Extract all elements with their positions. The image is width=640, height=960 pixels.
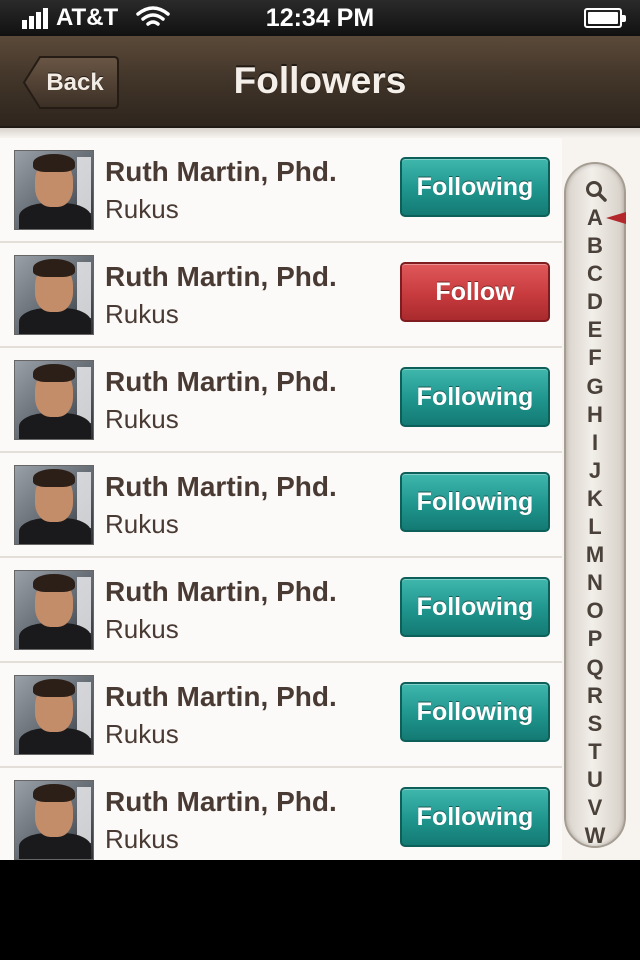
index-letter-f[interactable]: F [566,344,624,372]
section-index-bar[interactable]: ABCDEFGHIJKLMNOPQRSTUVW [564,162,626,848]
index-letter-l[interactable]: L [566,513,624,541]
follower-handle: Rukus [105,299,179,329]
following-button[interactable]: Following [400,367,550,427]
follower-name: Ruth Martin, Phd. [105,471,337,502]
status-time: 12:34 PM [265,4,375,32]
index-letter-j[interactable]: J [566,457,624,485]
index-letter-w[interactable]: W [566,822,624,850]
avatar [14,675,94,755]
battery-icon [584,8,626,28]
followers-list[interactable]: Ruth Martin, Phd. Rukus Following Ruth M… [0,138,562,860]
index-letter-r[interactable]: R [566,682,624,710]
follow-button[interactable]: Follow [400,262,550,322]
index-letter-d[interactable]: D [566,288,624,316]
following-button[interactable]: Following [400,472,550,532]
following-button[interactable]: Following [400,682,550,742]
follower-name: Ruth Martin, Phd. [105,576,337,607]
avatar [14,465,94,545]
following-button[interactable]: Following [400,577,550,637]
index-letter-n[interactable]: N [566,569,624,597]
index-letter-g[interactable]: G [566,373,624,401]
follower-name: Ruth Martin, Phd. [105,786,337,817]
index-letter-o[interactable]: O [566,597,624,625]
followers-content: Ruth Martin, Phd. Rukus Following Ruth M… [0,128,640,860]
follower-row[interactable]: Ruth Martin, Phd. Rukus Following [0,558,562,663]
follower-handle: Rukus [105,824,179,854]
following-button[interactable]: Following [400,157,550,217]
index-letter-m[interactable]: M [566,541,624,569]
follower-handle: Rukus [105,614,179,644]
follower-row[interactable]: Ruth Martin, Phd. Rukus Following [0,138,562,243]
follower-row[interactable]: Ruth Martin, Phd. Rukus Following [0,768,562,860]
page-title: Followers [233,60,407,101]
follower-name: Ruth Martin, Phd. [105,156,337,187]
avatar [14,360,94,440]
index-letters: ABCDEFGHIJKLMNOPQRSTUVW [566,204,624,850]
avatar [14,150,94,230]
index-letter-h[interactable]: H [566,401,624,429]
follower-row[interactable]: Ruth Martin, Phd. Rukus Follow [0,243,562,348]
avatar [14,780,94,860]
index-letter-t[interactable]: T [566,738,624,766]
follower-row[interactable]: Ruth Martin, Phd. Rukus Following [0,453,562,558]
index-letter-a[interactable]: A [566,204,624,232]
index-letter-s[interactable]: S [566,710,624,738]
index-letter-q[interactable]: Q [566,654,624,682]
index-letter-i[interactable]: I [566,429,624,457]
follower-name: Ruth Martin, Phd. [105,261,337,292]
index-letter-u[interactable]: U [566,766,624,794]
follower-handle: Rukus [105,509,179,539]
avatar [14,570,94,650]
index-letter-e[interactable]: E [566,316,624,344]
search-icon[interactable] [585,180,607,202]
follower-handle: Rukus [105,404,179,434]
index-letter-p[interactable]: P [566,625,624,653]
follower-row[interactable]: Ruth Martin, Phd. Rukus Following [0,663,562,768]
index-letter-k[interactable]: K [566,485,624,513]
index-letter-v[interactable]: V [566,794,624,822]
follower-row[interactable]: Ruth Martin, Phd. Rukus Following [0,348,562,453]
avatar [14,255,94,335]
follower-name: Ruth Martin, Phd. [105,366,337,397]
follower-handle: Rukus [105,719,179,749]
following-button[interactable]: Following [400,787,550,847]
index-letter-b[interactable]: B [566,232,624,260]
follower-name: Ruth Martin, Phd. [105,681,337,712]
index-letter-c[interactable]: C [566,260,624,288]
status-bar: AT&T 12:34 PM [0,0,640,36]
follower-handle: Rukus [105,194,179,224]
navigation-bar: Back Followers [0,36,640,128]
